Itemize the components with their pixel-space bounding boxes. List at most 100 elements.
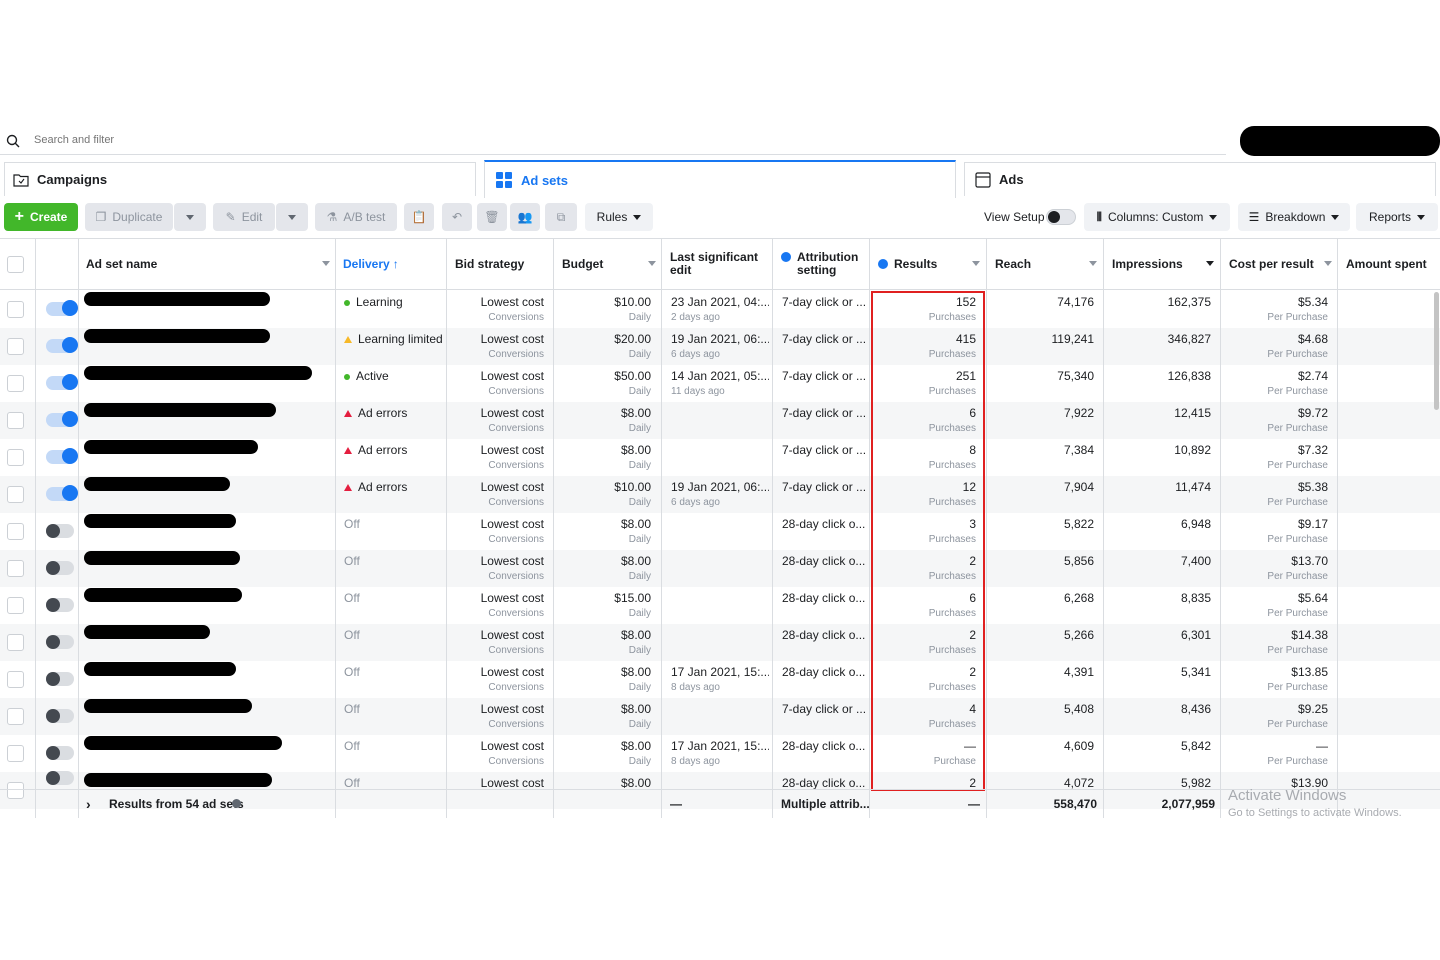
ad-set-toggle[interactable] bbox=[46, 771, 74, 785]
expand-chevron-icon[interactable]: › bbox=[86, 796, 91, 812]
col-header-name[interactable]: Ad set name bbox=[86, 238, 330, 290]
delivery-label: Off bbox=[344, 517, 360, 531]
table-row[interactable]: Off Lowest cost Conversions $8.00 Daily 17 Ja… bbox=[0, 661, 1440, 698]
ad-set-toggle[interactable] bbox=[46, 337, 78, 353]
row-checkbox[interactable] bbox=[7, 745, 24, 762]
col-header-spent[interactable]: Amount spent bbox=[1346, 238, 1438, 290]
bid-strategy-sub: Conversions bbox=[488, 497, 544, 508]
cost-per-result: $7.32 bbox=[1297, 443, 1328, 457]
delivery-label: Active bbox=[356, 369, 389, 383]
budget: $8.00 bbox=[620, 443, 651, 457]
delete-button[interactable]: 🗑 bbox=[477, 203, 507, 231]
tab-campaigns[interactable]: Campaigns bbox=[4, 162, 476, 196]
footer-info-icon bbox=[232, 799, 241, 808]
ad-set-toggle[interactable] bbox=[46, 709, 74, 723]
breakdown-button[interactable]: ☰ Breakdown bbox=[1238, 203, 1350, 231]
clipboard-button[interactable]: 📋 bbox=[404, 203, 434, 231]
row-checkbox[interactable] bbox=[7, 708, 24, 725]
columns-button[interactable]: ⦀ Columns: Custom bbox=[1084, 203, 1230, 231]
row-checkbox[interactable] bbox=[7, 301, 24, 318]
col-divider bbox=[772, 238, 773, 818]
ab-test-button[interactable]: ⚗ A/B test bbox=[315, 203, 397, 231]
row-checkbox[interactable] bbox=[7, 375, 24, 392]
col-header-attribution[interactable]: Attribution setting bbox=[781, 238, 867, 290]
ad-set-toggle[interactable] bbox=[46, 598, 74, 612]
ad-set-toggle[interactable] bbox=[46, 746, 74, 760]
ad-set-toggle[interactable] bbox=[46, 561, 74, 575]
col-header-cpr[interactable]: Cost per result bbox=[1229, 238, 1332, 290]
row-checkbox[interactable] bbox=[7, 338, 24, 355]
ad-set-toggle[interactable] bbox=[46, 524, 74, 538]
audience-button[interactable]: 👥 bbox=[510, 203, 540, 231]
row-checkbox[interactable] bbox=[7, 486, 24, 503]
table-row[interactable]: Off Lowest cost Conversions $8.00 Daily 17 Ja… bbox=[0, 735, 1440, 772]
bid-strategy-sub: Conversions bbox=[488, 756, 544, 767]
col-divider bbox=[1337, 238, 1338, 818]
chevron-down-icon bbox=[1331, 214, 1340, 220]
ad-set-toggle[interactable] bbox=[46, 635, 74, 649]
col-header-delivery[interactable]: Delivery ↑ bbox=[343, 238, 443, 290]
ad-set-toggle[interactable] bbox=[46, 300, 78, 316]
table-row[interactable]: Off Lowest cost Conversions $15.00 Daily 28-d… bbox=[0, 587, 1440, 624]
row-checkbox[interactable] bbox=[7, 523, 24, 540]
reach: 7,904 bbox=[1063, 480, 1094, 494]
view-setup-toggle[interactable] bbox=[1046, 209, 1076, 225]
budget-sub: Daily bbox=[628, 571, 651, 582]
edit-button[interactable]: ✎ Edit bbox=[213, 203, 275, 231]
ad-set-toggle[interactable] bbox=[46, 448, 78, 464]
select-all-checkbox[interactable] bbox=[7, 256, 24, 273]
ad-set-toggle[interactable] bbox=[46, 672, 74, 686]
reports-button[interactable]: Reports bbox=[1356, 203, 1438, 231]
col-header-last-edit[interactable]: Last significant edit bbox=[670, 238, 766, 290]
table-row[interactable]: Ad errors Lowest cost Conversions $10.00 Dai… bbox=[0, 476, 1440, 513]
budget: $10.00 bbox=[614, 480, 651, 494]
pencil-icon: ✎ bbox=[225, 210, 236, 224]
ad-set-toggle[interactable] bbox=[46, 485, 78, 501]
create-button[interactable]: + Create bbox=[4, 203, 78, 231]
vertical-scrollbar[interactable] bbox=[1434, 292, 1439, 410]
ad-set-toggle[interactable] bbox=[46, 374, 78, 390]
row-checkbox[interactable] bbox=[7, 560, 24, 577]
table-row[interactable]: Ad errors Lowest cost Conversions $8.00 Dail… bbox=[0, 439, 1440, 476]
ad-set-toggle[interactable] bbox=[46, 411, 78, 427]
duplicate-button[interactable]: ❐ Duplicate bbox=[85, 203, 173, 231]
budget-sub: Daily bbox=[628, 460, 651, 471]
table-row[interactable]: Off Lowest cost Conversions $8.00 Daily 28-da… bbox=[0, 624, 1440, 661]
tab-ads[interactable]: Ads bbox=[964, 162, 1436, 196]
table-row[interactable]: Off Lowest cost Conversions $8.00 Daily 28-da… bbox=[0, 550, 1440, 587]
row-checkbox[interactable] bbox=[7, 449, 24, 466]
row-checkbox[interactable] bbox=[7, 412, 24, 429]
preview-button[interactable]: ⧉ bbox=[545, 203, 577, 231]
table-row[interactable]: Off Lowest cost Conversions $8.00 Daily 7-day… bbox=[0, 698, 1440, 735]
col-header-impressions[interactable]: Impressions bbox=[1112, 238, 1214, 290]
table-row[interactable]: Active Lowest cost Conversions $50.00 Daily 1… bbox=[0, 365, 1440, 402]
row-checkbox[interactable] bbox=[7, 597, 24, 614]
row-checkbox[interactable] bbox=[7, 634, 24, 651]
windows-watermark-title: Activate Windows bbox=[1228, 787, 1347, 804]
search-input[interactable] bbox=[34, 134, 434, 146]
undo-button[interactable]: ↶ bbox=[442, 203, 472, 231]
edit-dropdown[interactable] bbox=[276, 203, 308, 231]
table-row[interactable]: Learning limited Lowest cost Conversions $2… bbox=[0, 328, 1440, 365]
search-icon[interactable] bbox=[6, 134, 20, 148]
budget-sub: Daily bbox=[628, 534, 651, 545]
row-checkbox[interactable] bbox=[7, 671, 24, 688]
col-header-bid[interactable]: Bid strategy bbox=[455, 238, 550, 290]
rules-button[interactable]: Rules bbox=[585, 203, 653, 231]
impressions: 8,835 bbox=[1180, 591, 1211, 605]
table-row[interactable]: Off Lowest cost Conversions $8.00 Daily 28-da… bbox=[0, 513, 1440, 550]
redacted-ad-set-name bbox=[84, 366, 312, 380]
duplicate-dropdown[interactable] bbox=[174, 203, 206, 231]
cost-per-result-sub: Per Purchase bbox=[1267, 497, 1328, 508]
table-row[interactable]: Learning Lowest cost Conversions $10.00 Dail… bbox=[0, 291, 1440, 328]
col-header-results[interactable]: Results bbox=[878, 238, 980, 290]
impressions: 126,838 bbox=[1167, 369, 1211, 383]
table-row[interactable]: Ad errors Lowest cost Conversions $8.00 Dail… bbox=[0, 402, 1440, 439]
warning-triangle-icon bbox=[344, 410, 352, 418]
tab-ad-sets[interactable]: Ad sets bbox=[484, 160, 956, 198]
cost-per-result: $13.85 bbox=[1291, 665, 1328, 679]
toggle-knob bbox=[62, 448, 78, 464]
col-header-reach[interactable]: Reach bbox=[995, 238, 1097, 290]
delivery-status: Ad errors bbox=[344, 406, 407, 420]
col-header-budget[interactable]: Budget bbox=[562, 238, 656, 290]
